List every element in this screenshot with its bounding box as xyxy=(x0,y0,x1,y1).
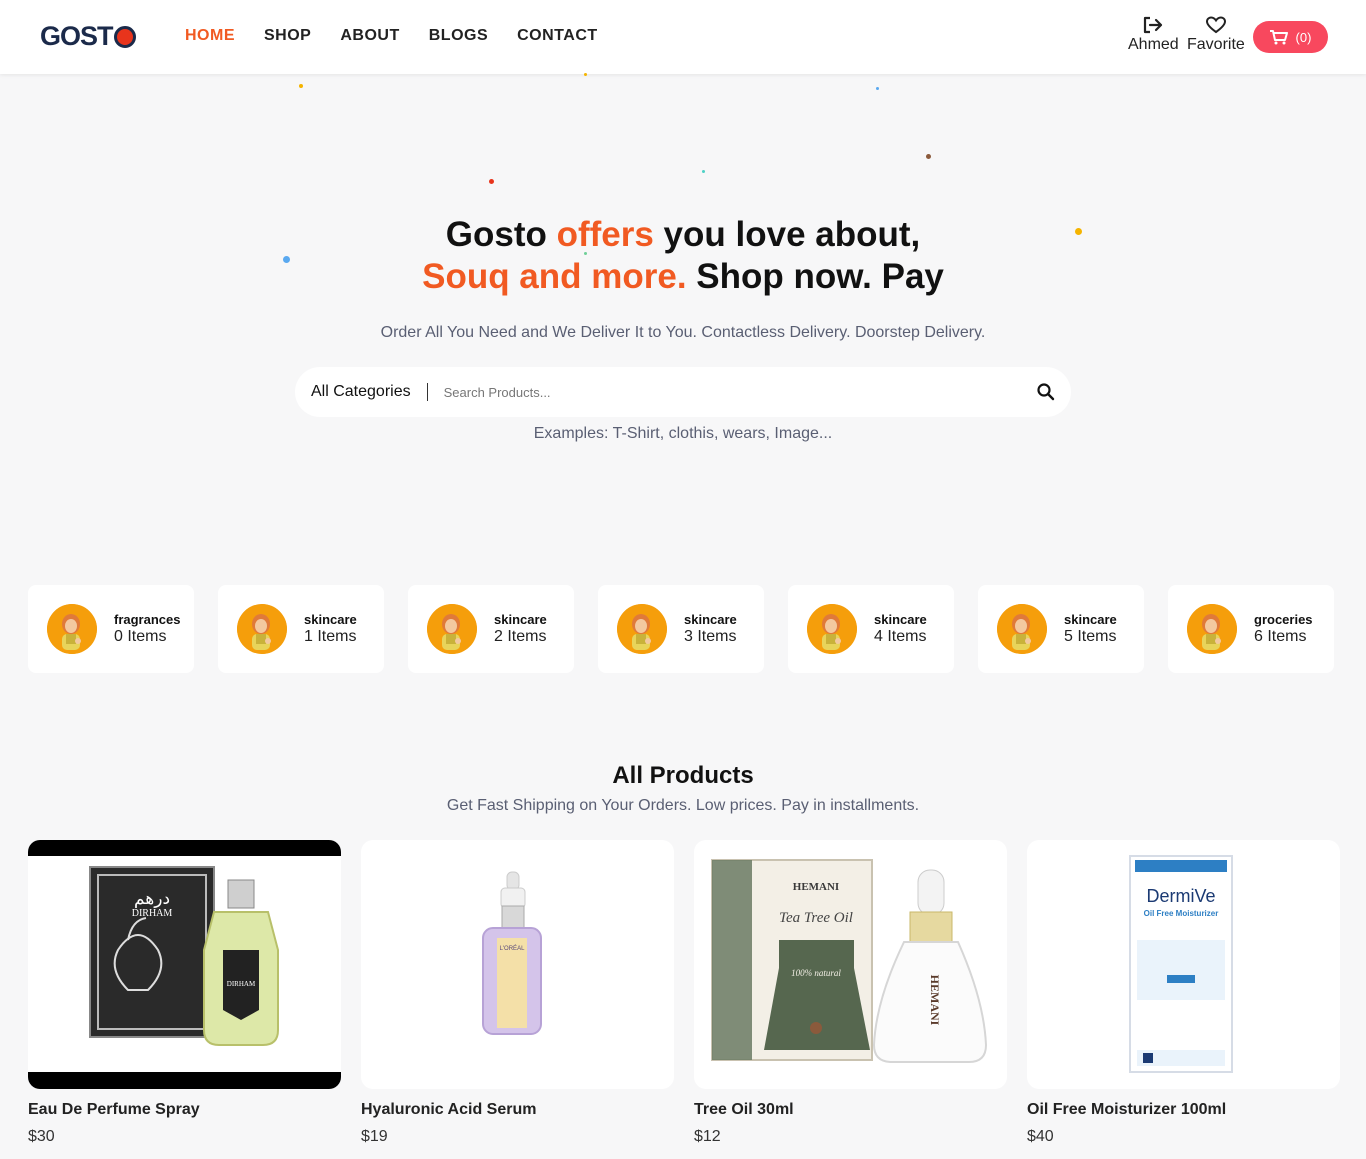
category-avatar xyxy=(1187,604,1237,654)
hero-title-accent1: offers xyxy=(556,215,654,254)
category-name: skincare xyxy=(874,612,927,627)
nav-blogs[interactable]: BLOGS xyxy=(429,27,488,45)
hero-title: Gosto offers you love about, Souq and mo… xyxy=(0,214,1366,298)
product-card[interactable]: درهم DIRHAM DIRHAM Eau De Perfume Spray … xyxy=(28,840,341,1146)
cart-icon xyxy=(1269,29,1288,44)
category-avatar xyxy=(427,604,477,654)
product-price: $12 xyxy=(694,1128,721,1145)
perfume-arabic-label: درهم xyxy=(134,889,170,909)
user-account-button[interactable]: Ahmed xyxy=(1128,16,1179,54)
confetti-dot xyxy=(299,84,303,88)
product-image[interactable]: درهم DIRHAM DIRHAM xyxy=(28,840,341,1089)
logo-o-mark xyxy=(113,26,136,48)
moisturizer-brand-label: DermiVe xyxy=(1146,886,1215,906)
category-avatar xyxy=(617,604,667,654)
user-name: Ahmed xyxy=(1128,36,1179,53)
product-card[interactable]: L'ORÉAL Hyaluronic Acid Serum $19 xyxy=(361,840,674,1146)
search-icon[interactable] xyxy=(1036,382,1056,402)
perfume-bottle-label: DIRHAM xyxy=(227,980,256,988)
product-card[interactable]: DermiVe Oil Free Moisturizer Oil Free Mo… xyxy=(1027,840,1340,1146)
favorite-label: Favorite xyxy=(1187,36,1245,53)
product-card[interactable]: HEMANI Tea Tree Oil 100% natural HEMANI … xyxy=(694,840,1007,1146)
category-card[interactable]: fragrances 0 Items xyxy=(28,585,194,673)
perfume-box-label: DIRHAM xyxy=(132,908,173,919)
category-count: 3 Items xyxy=(684,628,737,645)
site-header: GOST HOME SHOP ABOUT BLOGS CONTACT Ahmed… xyxy=(0,0,1366,74)
confetti-dot xyxy=(489,179,494,184)
nav-contact[interactable]: CONTACT xyxy=(517,27,598,45)
hero-title-part1: Gosto xyxy=(445,215,557,254)
category-name: skincare xyxy=(494,612,547,627)
category-card[interactable]: skincare 2 Items xyxy=(408,585,574,673)
product-image[interactable]: L'ORÉAL xyxy=(361,840,674,1089)
confetti-dot xyxy=(702,170,705,173)
logout-icon xyxy=(1144,16,1163,34)
category-card[interactable]: skincare 5 Items xyxy=(978,585,1144,673)
oil-brand-label: HEMANI xyxy=(793,881,839,893)
oil-bottle-label: HEMANI xyxy=(928,975,942,1026)
product-price: $30 xyxy=(28,1128,55,1145)
confetti-dot xyxy=(584,73,587,76)
serum-brand-label: L'ORÉAL xyxy=(500,945,525,952)
category-count: 6 Items xyxy=(1254,628,1307,645)
product-grid: درهم DIRHAM DIRHAM Eau De Perfume Spray … xyxy=(28,840,1340,1146)
product-price: $19 xyxy=(361,1128,388,1145)
oil-natural-label: 100% natural xyxy=(791,968,841,978)
category-count: 0 Items xyxy=(114,628,167,645)
cart-button[interactable]: (0) xyxy=(1253,21,1328,53)
nav-shop[interactable]: SHOP xyxy=(264,27,311,45)
favorite-button[interactable]: Favorite xyxy=(1187,16,1245,54)
logo[interactable]: GOST xyxy=(40,20,136,52)
product-name[interactable]: Tree Oil 30ml xyxy=(694,1101,1007,1119)
category-select[interactable]: All Categories xyxy=(295,383,428,401)
cart-count: (0) xyxy=(1295,29,1312,45)
product-image[interactable]: DermiVe Oil Free Moisturizer xyxy=(1027,840,1340,1089)
moisturizer-product-label: Oil Free Moisturizer xyxy=(1144,909,1219,918)
category-list: fragrances 0 Items skincare 1 Items skinca… xyxy=(28,585,1334,673)
logo-text: GOST xyxy=(40,20,114,51)
oil-product-label: Tea Tree Oil xyxy=(779,910,853,926)
confetti-dot xyxy=(926,154,931,159)
category-count: 2 Items xyxy=(494,628,547,645)
search-input[interactable] xyxy=(443,384,1004,400)
category-name: fragrances xyxy=(114,612,181,627)
category-count: 1 Items xyxy=(304,628,357,645)
product-name[interactable]: Eau De Perfume Spray xyxy=(28,1101,341,1119)
product-price: $40 xyxy=(1027,1128,1054,1145)
products-subtitle: Get Fast Shipping on Your Orders. Low pr… xyxy=(446,797,920,814)
category-name: skincare xyxy=(304,612,357,627)
category-name: skincare xyxy=(1064,612,1117,627)
nav-home[interactable]: HOME xyxy=(185,27,235,45)
search-examples: Examples: T-Shirt, clothis, wears, Image… xyxy=(533,425,833,442)
category-name: skincare xyxy=(684,612,737,627)
category-count: 4 Items xyxy=(874,628,927,645)
category-avatar xyxy=(237,604,287,654)
category-card[interactable]: skincare 1 Items xyxy=(218,585,384,673)
hero-subtitle: Order All You Need and We Deliver It to … xyxy=(380,324,986,341)
category-name: groceries xyxy=(1254,612,1313,627)
hero-title-part2: you love about, xyxy=(653,215,921,254)
category-avatar xyxy=(807,604,857,654)
product-image[interactable]: HEMANI Tea Tree Oil 100% natural HEMANI xyxy=(694,840,1007,1089)
hero-title-part3: Shop now. Pay xyxy=(686,257,944,296)
products-title: All Products xyxy=(612,762,754,789)
hero-title-accent2: Souq and more. xyxy=(422,257,687,296)
category-count: 5 Items xyxy=(1064,628,1117,645)
confetti-dot xyxy=(876,87,879,90)
category-card[interactable]: skincare 3 Items xyxy=(598,585,764,673)
nav-about[interactable]: ABOUT xyxy=(340,27,399,45)
product-name[interactable]: Oil Free Moisturizer 100ml xyxy=(1027,1101,1340,1119)
category-avatar xyxy=(47,604,97,654)
search-bar: All Categories xyxy=(295,367,1071,417)
category-avatar xyxy=(997,604,1047,654)
category-card[interactable]: skincare 4 Items xyxy=(788,585,954,673)
category-card[interactable]: groceries 6 Items xyxy=(1168,585,1334,673)
product-name[interactable]: Hyaluronic Acid Serum xyxy=(361,1101,674,1119)
heart-icon xyxy=(1205,16,1226,34)
main-nav: HOME SHOP ABOUT BLOGS CONTACT xyxy=(185,27,598,45)
